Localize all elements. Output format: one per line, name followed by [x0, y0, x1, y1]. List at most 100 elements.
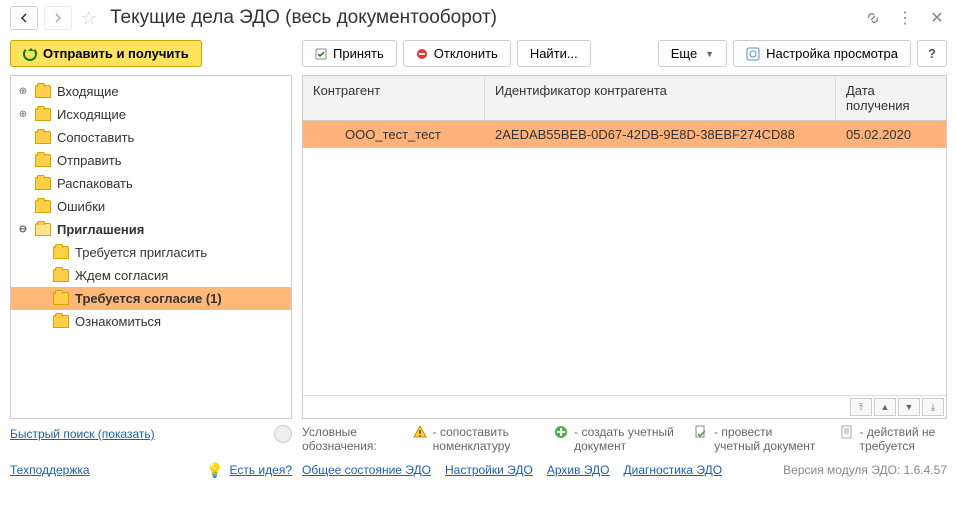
reject-label: Отклонить	[434, 46, 498, 61]
view-settings-label: Настройка просмотра	[766, 46, 898, 61]
nav-up-button[interactable]: ▲	[874, 398, 896, 416]
legend-item-post: - провести учетный документ	[694, 425, 821, 454]
collapse-icon[interactable]: ⊖	[17, 224, 29, 236]
folder-tree-pane: ⊕ Входящие ⊕ Исходящие Сопоставить Отпра…	[10, 75, 292, 419]
tree-label: Ждем согласия	[75, 268, 168, 283]
help-label: ?	[928, 46, 936, 61]
more-label: Еще	[671, 46, 697, 61]
table-body: ООО_тест_тест 2AEDAB55BEB-0D67-42DB-9E8D…	[303, 121, 946, 395]
link-settings[interactable]: Настройки ЭДО	[445, 463, 533, 477]
cell-id: 2AEDAB55BEB-0D67-42DB-9E8D-38EBF274CD88	[485, 121, 836, 148]
nav-last-button[interactable]: ⤓	[922, 398, 944, 416]
nav-forward-button[interactable]	[44, 6, 72, 30]
tree-item-match[interactable]: Сопоставить	[11, 126, 291, 149]
folder-icon	[53, 269, 69, 282]
folder-icon	[35, 200, 51, 213]
folder-icon	[53, 315, 69, 328]
tree-label: Ознакомиться	[75, 314, 161, 329]
tree-label: Требуется пригласить	[75, 245, 207, 260]
refresh-icon	[23, 47, 37, 61]
tree-label: Исходящие	[57, 107, 126, 122]
favorite-star-icon[interactable]: ☆	[78, 7, 100, 29]
legend-label: Условные обозначения:	[302, 425, 395, 454]
folder-icon	[35, 177, 51, 190]
legend-text: - провести учетный документ	[714, 425, 821, 454]
tree-item-send[interactable]: Отправить	[11, 149, 291, 172]
accept-label: Принять	[333, 46, 384, 61]
record-indicator-icon	[274, 425, 292, 443]
column-header-name[interactable]: Контрагент	[303, 76, 485, 120]
accept-icon	[315, 48, 327, 60]
folder-icon	[35, 154, 51, 167]
tree-label: Распаковать	[57, 176, 133, 191]
tree-label: Приглашения	[57, 222, 144, 237]
folder-icon	[53, 292, 69, 305]
reject-button[interactable]: Отклонить	[403, 40, 511, 67]
tree-label: Отправить	[57, 153, 121, 168]
tree-item-review[interactable]: Ознакомиться	[11, 310, 291, 333]
tree-item-unpack[interactable]: Распаковать	[11, 172, 291, 195]
nav-back-button[interactable]	[10, 6, 38, 30]
expand-icon[interactable]: ⊕	[17, 86, 29, 98]
table-row[interactable]: ООО_тест_тест 2AEDAB55BEB-0D67-42DB-9E8D…	[303, 121, 946, 148]
folder-icon	[35, 85, 51, 98]
tree-label: Ошибки	[57, 199, 105, 214]
help-button[interactable]: ?	[917, 40, 947, 67]
more-button[interactable]: Еще ▼	[658, 40, 727, 67]
view-settings-button[interactable]: Настройка просмотра	[733, 40, 911, 67]
document-check-icon	[694, 425, 708, 439]
tree-label: Входящие	[57, 84, 119, 99]
support-link[interactable]: Техподдержка	[10, 463, 90, 477]
legend-item-create: - создать учетный документ	[554, 425, 676, 454]
legend-row: Быстрый поиск (показать) Условные обозна…	[0, 419, 957, 458]
tree-item-invitations[interactable]: ⊖ Приглашения	[11, 218, 291, 241]
column-header-date[interactable]: Дата получения	[836, 76, 946, 120]
folder-icon	[35, 108, 51, 121]
folder-icon	[53, 246, 69, 259]
folder-open-icon	[35, 223, 51, 236]
find-button[interactable]: Найти...	[517, 40, 591, 67]
gear-icon	[746, 47, 760, 61]
warning-icon	[413, 425, 427, 439]
link-diagnostics[interactable]: Диагностика ЭДО	[624, 463, 723, 477]
tree-item-need-consent[interactable]: Требуется согласие (1)	[11, 287, 291, 310]
nav-first-button[interactable]: ⤒	[850, 398, 872, 416]
tree-label: Требуется согласие (1)	[75, 291, 222, 306]
expand-icon[interactable]: ⊕	[17, 109, 29, 121]
folder-icon	[35, 131, 51, 144]
link-status[interactable]: Общее состояние ЭДО	[302, 463, 431, 477]
tree-item-await-consent[interactable]: Ждем согласия	[11, 264, 291, 287]
send-receive-button[interactable]: Отправить и получить	[10, 40, 202, 67]
link-archive[interactable]: Архив ЭДО	[547, 463, 610, 477]
plus-circle-icon	[554, 425, 568, 439]
close-icon[interactable]: ✕	[927, 8, 947, 28]
bottom-row: Техподдержка 💡 Есть идея? Общее состояни…	[0, 458, 957, 483]
data-table-pane: Контрагент Идентификатор контрагента Дат…	[302, 75, 947, 419]
nav-down-button[interactable]: ▼	[898, 398, 920, 416]
idea-link[interactable]: Есть идея?	[229, 463, 292, 477]
lightbulb-icon: 💡	[206, 462, 223, 479]
more-menu-icon[interactable]: ⋮	[895, 8, 915, 28]
find-label: Найти...	[530, 46, 578, 61]
tree-label: Сопоставить	[57, 130, 134, 145]
table-nav-footer: ⤒ ▲ ▼ ⤓	[303, 395, 946, 418]
cell-name: ООО_тест_тест	[303, 121, 485, 148]
tree-item-outbox[interactable]: ⊕ Исходящие	[11, 103, 291, 126]
accept-button[interactable]: Принять	[302, 40, 397, 67]
legend-item-match: - сопоставить номенклатуру	[413, 425, 536, 454]
legend-text: - действий не требуется	[860, 425, 947, 454]
window-header: ☆ Текущие дела ЭДО (весь документооборот…	[0, 0, 957, 36]
send-receive-label: Отправить и получить	[43, 46, 189, 61]
tree-item-need-invite[interactable]: Требуется пригласить	[11, 241, 291, 264]
document-icon	[840, 425, 854, 439]
cell-date: 05.02.2020	[836, 121, 946, 148]
tree-item-inbox[interactable]: ⊕ Входящие	[11, 80, 291, 103]
chevron-down-icon: ▼	[705, 49, 714, 59]
legend-text: - сопоставить номенклатуру	[433, 425, 536, 454]
legend-item-none: - действий не требуется	[840, 425, 947, 454]
column-header-id[interactable]: Идентификатор контрагента	[485, 76, 836, 120]
page-title: Текущие дела ЭДО (весь документооборот)	[106, 7, 497, 29]
tree-item-errors[interactable]: Ошибки	[11, 195, 291, 218]
link-icon[interactable]	[863, 8, 883, 28]
quick-search-link[interactable]: Быстрый поиск (показать)	[10, 427, 155, 441]
